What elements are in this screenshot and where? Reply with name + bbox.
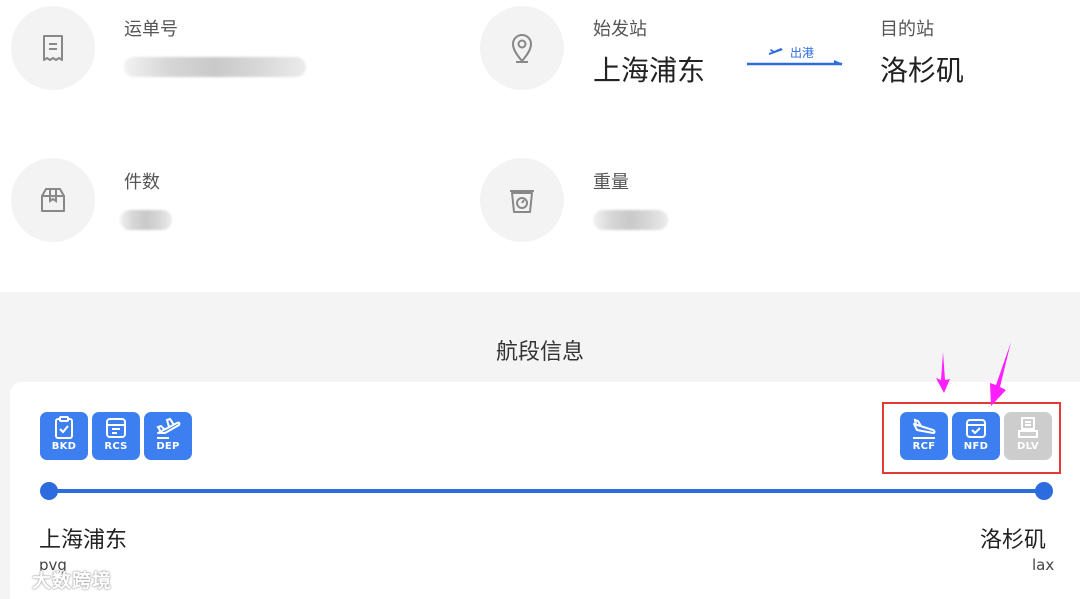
status-bkd-code: BKD [51, 441, 77, 452]
highlight-box [882, 402, 1061, 474]
status-dep[interactable]: DEP [144, 412, 192, 460]
receipt-icon-circle [11, 6, 95, 90]
origin-label: 始发站 [593, 19, 647, 40]
status-dep-code: DEP [156, 441, 180, 452]
annotation-arrows [936, 342, 1011, 406]
start-city: 上海浦东 [39, 528, 128, 553]
destination-label: 目的站 [880, 19, 934, 40]
clipboard-check-icon [55, 416, 73, 439]
annotation-arrow-right [990, 342, 1011, 406]
weight-label: 重量 [593, 172, 629, 193]
origin-city: 上海浦东 [593, 54, 706, 87]
location-icon-circle [480, 6, 564, 90]
progress-track [49, 489, 1044, 493]
status-rcs[interactable]: RCS [92, 412, 140, 460]
package-icon [106, 418, 126, 438]
waybill-value-redacted [124, 57, 306, 77]
plane-takeoff-icon [156, 417, 181, 439]
location-pin-icon [511, 34, 533, 63]
pieces-value-redacted [120, 210, 172, 230]
arrow-right-icon [747, 60, 843, 66]
watermark: 大数跨境 [8, 566, 112, 593]
status-bkd[interactable]: BKD [40, 412, 88, 460]
annotation-arrow-left [936, 352, 950, 393]
box-icon [41, 188, 65, 212]
pieces-label: 件数 [124, 172, 160, 193]
box-icon-circle [11, 158, 95, 242]
receipt-icon [43, 35, 63, 61]
direction-arrow: 出港 [746, 44, 844, 70]
end-code: lax [1032, 556, 1055, 574]
weight-scale-icon [510, 190, 534, 213]
destination-city: 洛杉矶 [880, 54, 965, 87]
watermark-text: 大数跨境 [32, 570, 113, 592]
segment-title: 航段信息 [495, 340, 584, 365]
track-start-dot [40, 482, 58, 500]
track-end-dot [1035, 482, 1053, 500]
watermark-logo-icon [9, 572, 24, 587]
plane-small-icon [769, 48, 783, 55]
status-rcs-code: RCS [104, 441, 128, 452]
waybill-label: 运单号 [124, 19, 178, 40]
scale-icon-circle [480, 158, 564, 242]
end-city: 洛杉矶 [980, 528, 1047, 553]
weight-value-redacted [593, 210, 668, 230]
